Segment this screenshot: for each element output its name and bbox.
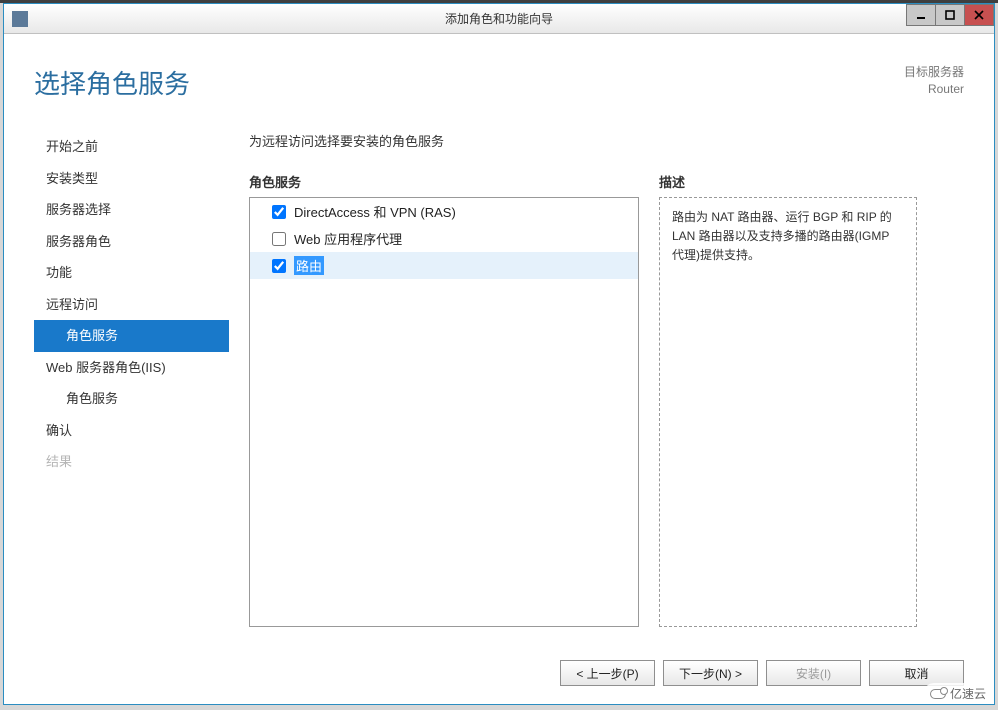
header: 选择角色服务 目标服务器 Router [4, 34, 994, 111]
role-item-0[interactable]: DirectAccess 和 VPN (RAS) [250, 198, 638, 225]
next-button[interactable]: 下一步(N) > [663, 660, 758, 686]
panels-row: 角色服务 DirectAccess 和 VPN (RAS)Web 应用程序代理路… [249, 172, 964, 638]
target-server-label: 目标服务器 [904, 64, 964, 81]
page-heading: 选择角色服务 [34, 64, 190, 101]
window-controls [907, 4, 994, 26]
instruction-text: 为远程访问选择要安装的角色服务 [249, 131, 964, 150]
app-icon [12, 11, 28, 27]
description-column: 描述 路由为 NAT 路由器、运行 BGP 和 RIP 的 LAN 路由器以及支… [659, 172, 917, 638]
minimize-icon [916, 10, 926, 20]
target-server-name: Router [904, 81, 964, 98]
role-checkbox-2[interactable] [272, 259, 286, 273]
role-item-1[interactable]: Web 应用程序代理 [250, 225, 638, 252]
minimize-button[interactable] [906, 4, 936, 26]
sidebar-item-4[interactable]: 功能 [34, 257, 229, 289]
install-button: 安装(I) [766, 660, 861, 686]
sidebar: 开始之前安装类型服务器选择服务器角色功能远程访问角色服务Web 服务器角色(II… [34, 131, 229, 638]
role-checkbox-0[interactable] [272, 205, 286, 219]
close-button[interactable] [964, 4, 994, 26]
roles-label: 角色服务 [249, 172, 639, 191]
wizard-window: 添加角色和功能向导 选择角色服务 目标服务器 Router 开始之前安装类型服务… [3, 3, 995, 705]
main-panel: 为远程访问选择要安装的角色服务 角色服务 DirectAccess 和 VPN … [249, 131, 964, 638]
window-title: 添加角色和功能向导 [445, 10, 553, 27]
role-label-1: Web 应用程序代理 [294, 229, 402, 248]
watermark-icon [930, 689, 946, 699]
prev-button[interactable]: < 上一步(P) [560, 660, 655, 686]
role-item-2[interactable]: 路由 [250, 252, 638, 279]
sidebar-item-1[interactable]: 安装类型 [34, 163, 229, 195]
body: 开始之前安装类型服务器选择服务器角色功能远程访问角色服务Web 服务器角色(II… [4, 111, 994, 648]
roles-listbox[interactable]: DirectAccess 和 VPN (RAS) Web 应用程序代理路由 [249, 197, 639, 627]
close-icon [974, 10, 984, 20]
sidebar-item-5[interactable]: 远程访问 [34, 289, 229, 321]
footer: < 上一步(P) 下一步(N) > 安装(I) 取消 [4, 648, 994, 704]
roles-column: 角色服务 DirectAccess 和 VPN (RAS) Web 应用程序代理路… [249, 172, 639, 638]
description-box: 路由为 NAT 路由器、运行 BGP 和 RIP 的 LAN 路由器以及支持多播… [659, 197, 917, 627]
target-server-info: 目标服务器 Router [904, 64, 964, 98]
watermark: 亿速云 [924, 683, 992, 704]
watermark-text: 亿速云 [950, 685, 986, 702]
sidebar-item-10: 结果 [34, 446, 229, 478]
role-checkbox-1[interactable] [272, 232, 286, 246]
maximize-button[interactable] [935, 4, 965, 26]
role-label-0: DirectAccess 和 VPN (RAS) [294, 202, 456, 221]
sidebar-item-3[interactable]: 服务器角色 [34, 226, 229, 258]
sidebar-item-0[interactable]: 开始之前 [34, 131, 229, 163]
sidebar-item-7[interactable]: Web 服务器角色(IIS) [34, 352, 229, 384]
sidebar-item-6[interactable]: 角色服务 [34, 320, 229, 352]
titlebar[interactable]: 添加角色和功能向导 [4, 4, 994, 34]
sidebar-item-8[interactable]: 角色服务 [34, 383, 229, 415]
role-label-2: 路由 [294, 256, 324, 275]
sidebar-item-9[interactable]: 确认 [34, 415, 229, 447]
sidebar-item-2[interactable]: 服务器选择 [34, 194, 229, 226]
description-label: 描述 [659, 172, 917, 191]
maximize-icon [945, 10, 955, 20]
